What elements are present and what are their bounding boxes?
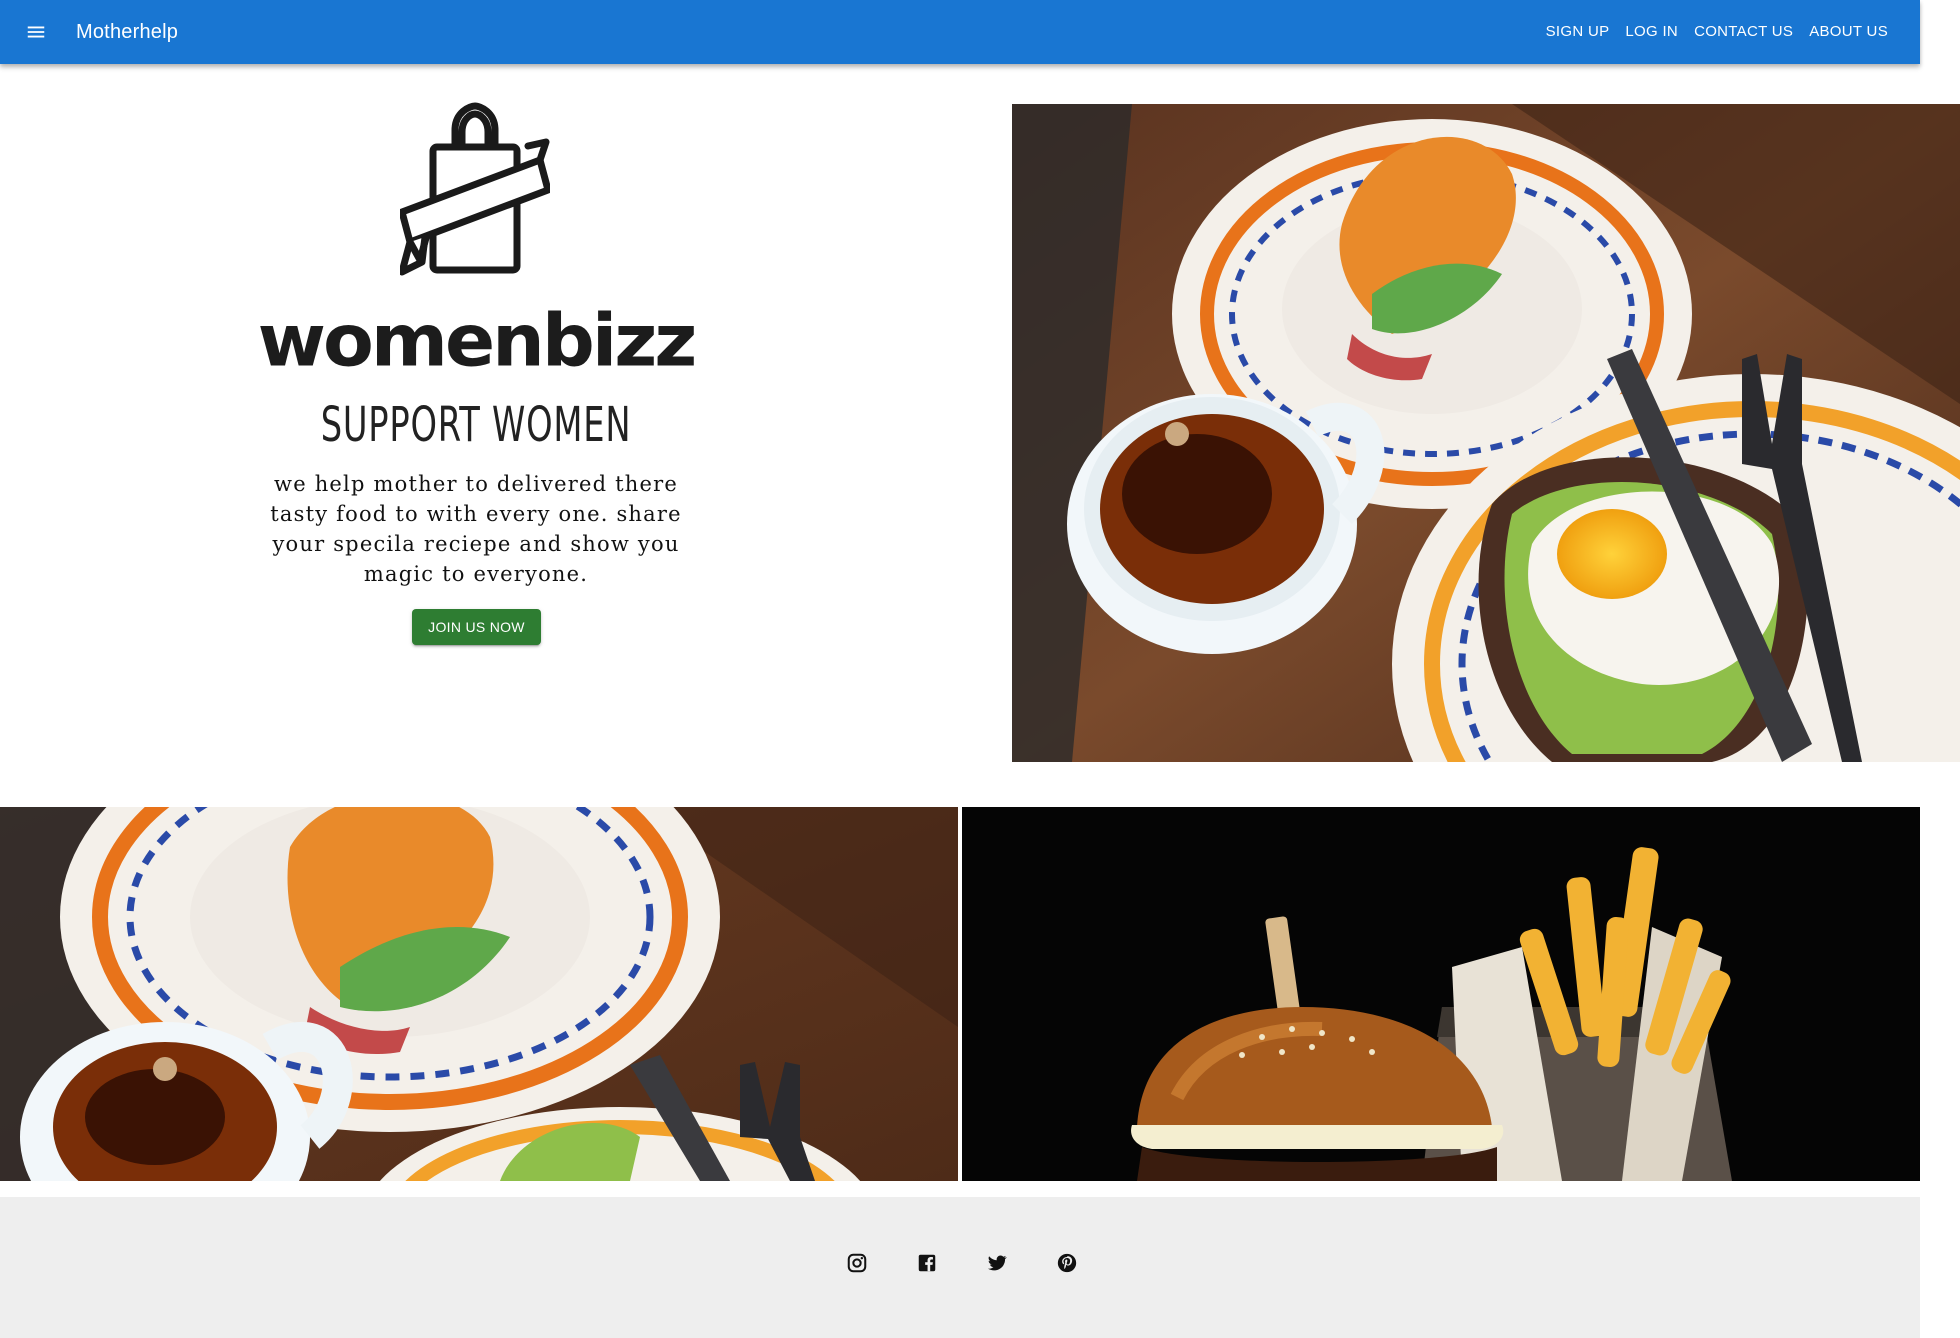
breakfast-table-photo (1012, 104, 1960, 762)
brand-wordmark: womenbizz (257, 298, 698, 384)
social-links (846, 1252, 1078, 1274)
app-bar: Motherhelp SIGN UP LOG IN CONTACT US ABO… (0, 0, 1920, 64)
brand-tagline: SUPPORT WOMEN (320, 397, 632, 453)
nav-contact-us[interactable]: CONTACT US (1686, 0, 1801, 64)
breakfast-table-photo-cropped (0, 807, 958, 1181)
nav-log-in[interactable]: LOG IN (1617, 0, 1686, 64)
nav-sign-up[interactable]: SIGN UP (1538, 0, 1618, 64)
twitter-icon[interactable] (986, 1252, 1008, 1274)
app-title[interactable]: Motherhelp (76, 21, 178, 44)
nav-about-us[interactable]: ABOUT US (1801, 0, 1896, 64)
join-us-button[interactable]: JOIN US NOW (412, 609, 541, 645)
hero-section: womenbizz SUPPORT WOMEN we help mother t… (0, 64, 952, 764)
shopping-bag-ribbon-icon (400, 102, 550, 276)
pinterest-icon[interactable] (1056, 1252, 1078, 1274)
burger-and-fries-photo (962, 807, 1920, 1181)
hero-description: we help mother to delivered there tasty … (270, 472, 682, 586)
menu-icon[interactable] (16, 12, 56, 52)
top-nav: SIGN UP LOG IN CONTACT US ABOUT US (1538, 0, 1896, 64)
instagram-icon[interactable] (846, 1252, 868, 1274)
footer (0, 1197, 1920, 1338)
facebook-icon[interactable] (916, 1252, 938, 1274)
